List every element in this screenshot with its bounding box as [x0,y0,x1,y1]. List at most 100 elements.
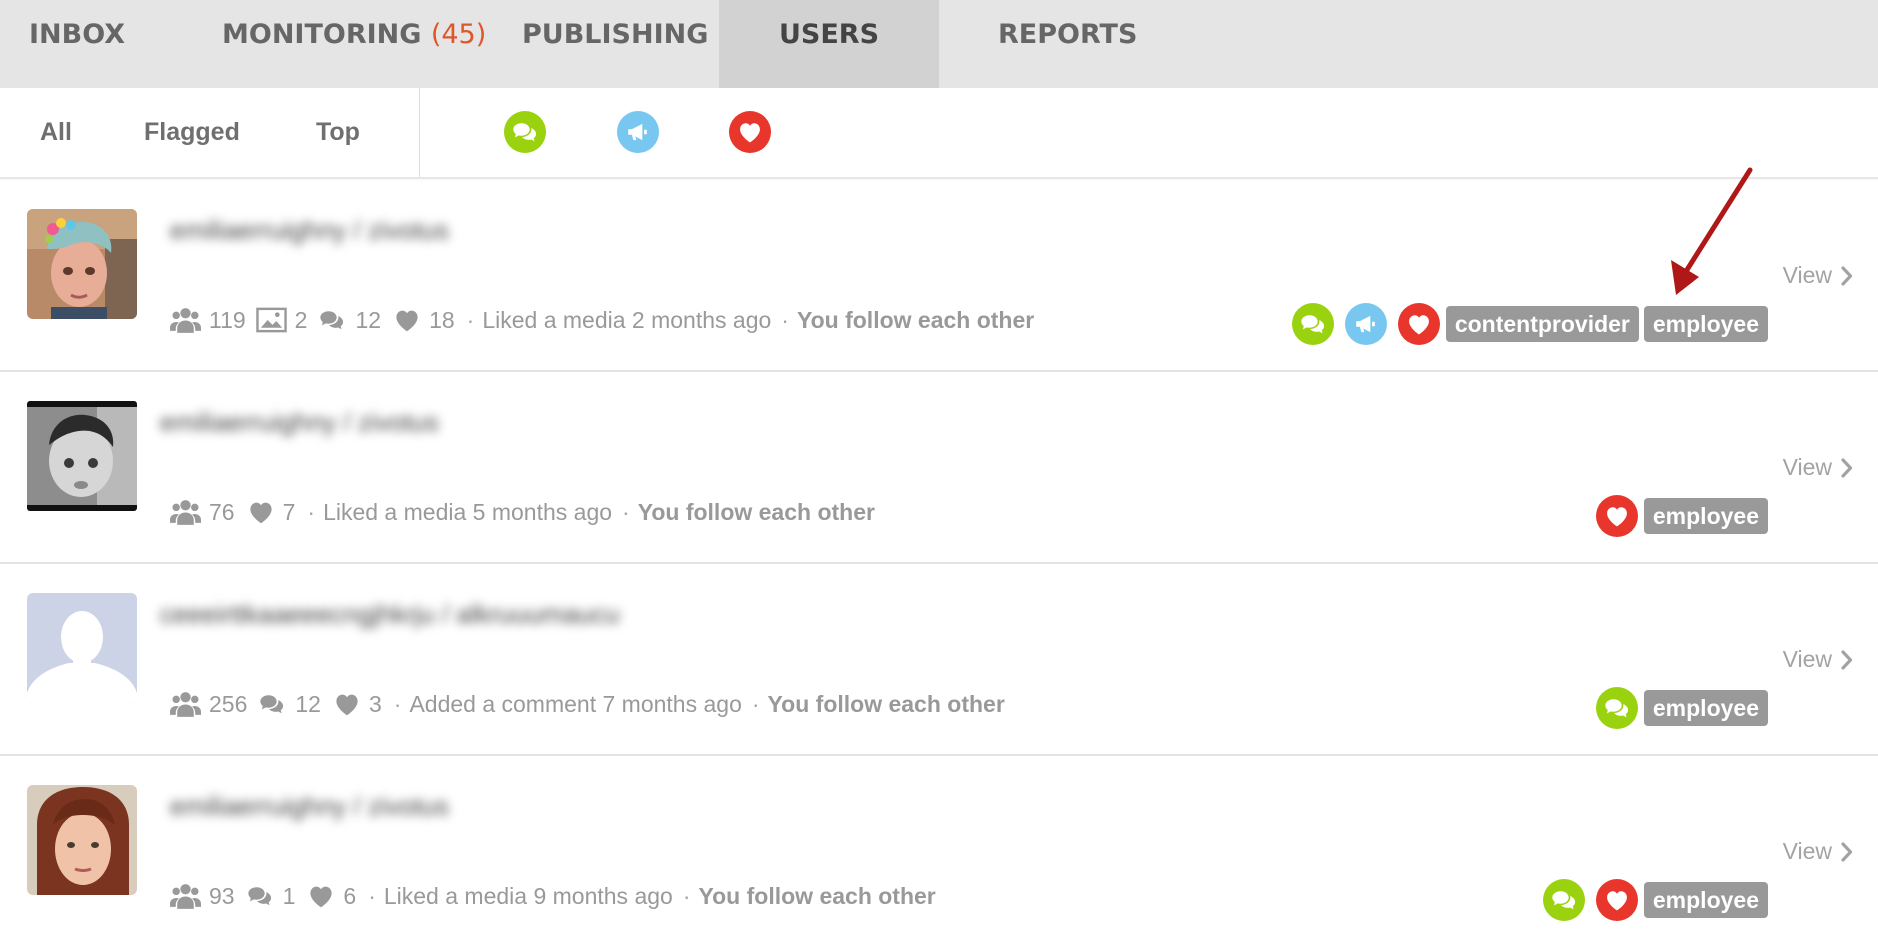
likes-count: 6 [343,882,357,909]
avatar[interactable] [27,785,137,895]
megaphone-icon [625,119,651,145]
comment-badge[interactable] [1595,687,1638,729]
tag-employee[interactable]: employee [1643,498,1768,534]
separator-dot: · [682,882,691,909]
heart-icon [1405,310,1433,338]
user-stats: 119 2 12 18 · Liked a media 2 months ago… [170,301,1034,339]
separator-dot: · [466,306,475,333]
comment-badge[interactable] [1542,879,1585,921]
avatar[interactable] [27,401,137,511]
followers-count: 76 [209,498,235,525]
comments-stat: 12 [317,306,381,334]
filter-mentions-button[interactable] [617,111,659,153]
tab-publishing[interactable]: PUBLISHING [522,0,708,88]
comments-count: 12 [355,306,382,333]
user-badges: employee [1585,686,1768,730]
media-stat: 2 [256,306,308,334]
tab-reports-label: REPORTS [998,19,1138,50]
tab-publishing-label: PUBLISHING [522,19,709,50]
user-row: ceeeirttkaaeeecngjhkrju / alkruuumaucu 2… [0,564,1878,756]
followers-stat: 119 [170,307,246,334]
user-row: emiliaerruighny / zivotus 76 7 · Liked a… [0,372,1878,564]
monitoring-count-badge: (45) [430,19,487,50]
separator-dot: · [393,690,402,717]
view-link[interactable]: View [1783,838,1853,865]
like-badge[interactable] [1595,879,1638,921]
comments-count: 12 [295,690,321,717]
comments-stat: 1 [245,882,295,910]
view-link[interactable]: View [1783,454,1853,481]
comments-stat: 12 [257,690,321,718]
likes-stat: 18 [391,305,455,335]
tab-inbox[interactable]: INBOX [29,0,125,88]
likes-stat: 7 [245,497,295,527]
like-badge[interactable] [1595,495,1638,537]
comment-icon [317,306,347,334]
heart-icon [1603,886,1631,914]
user-stats: 93 1 6 · Liked a media 9 months ago · Yo… [170,877,936,915]
followers-stat: 76 [170,499,235,526]
view-link-label: View [1782,262,1832,288]
view-link[interactable]: View [1783,262,1853,289]
media-count: 2 [294,306,308,333]
user-stats: 76 7 · Liked a media 5 months ago · You … [170,493,875,531]
chevron-right-icon [1840,650,1853,670]
comment-badge[interactable] [1291,303,1334,345]
user-badges: employee [1585,494,1768,538]
filter-bar: All Flagged Top [0,88,1878,179]
separator-dot: · [307,498,316,525]
followers-stat: 93 [170,883,235,910]
comment-icon [245,882,275,910]
likes-stat: 3 [331,689,382,719]
separator-dot: · [622,498,630,525]
annotation-arrow [1671,167,1753,295]
heart-icon [736,118,764,146]
like-badge[interactable] [1397,303,1440,345]
tag-employee[interactable]: employee [1643,306,1768,342]
user-stats: 256 12 3 · Added a comment 7 months ago … [170,685,1005,723]
tag-employee[interactable]: employee [1643,882,1768,918]
username[interactable]: emiliaerruighny / zivotus [160,404,439,440]
tab-monitoring[interactable]: MONITORING (45) [222,0,486,88]
filter-all[interactable]: All [40,88,72,176]
separator-dot: · [368,882,376,909]
filter-top[interactable]: Top [316,88,360,176]
comment-icon [1550,886,1578,914]
username[interactable]: emiliaerruighny / zivotus [170,212,449,248]
tab-users[interactable]: USERS [719,0,939,88]
user-row: emiliaerruighny / zivotus 93 1 6 · Liked… [0,756,1878,939]
heart-icon [305,881,337,911]
username[interactable]: emiliaerruighny / zivotus [170,788,449,824]
tag-contentprovider[interactable]: contentprovider [1445,306,1639,342]
comment-icon [257,690,287,718]
last-activity: Added a comment 7 months ago [409,690,742,717]
avatar[interactable] [27,209,137,319]
follow-status: You follow each other [767,690,1005,717]
tag-employee[interactable]: employee [1643,690,1768,726]
tab-users-label: USERS [778,19,880,50]
filter-likes-button[interactable] [729,111,771,153]
view-link-label: View [1782,838,1832,864]
view-link[interactable]: View [1783,646,1853,673]
followers-count: 119 [209,306,246,333]
user-badges: employee [1532,878,1768,922]
last-activity: Liked a media 9 months ago [383,882,673,909]
username[interactable]: ceeeirttkaaeeecngjhkrju / alkruuumaucu [160,596,620,632]
likes-count: 18 [429,306,455,333]
users-icon [170,499,201,526]
avatar[interactable] [27,593,137,703]
separator-dot: · [781,306,789,333]
heart-icon [391,305,423,335]
tab-inbox-label: INBOX [29,19,126,50]
tab-reports[interactable]: REPORTS [998,0,1137,88]
comment-icon [1603,694,1631,722]
chevron-right-icon [1840,458,1853,478]
likes-stat: 6 [305,881,356,911]
megaphone-icon [1353,311,1379,337]
tab-monitoring-label: MONITORING [222,19,422,50]
filter-flagged[interactable]: Flagged [144,88,240,176]
filter-comments-button[interactable] [504,111,546,153]
heart-icon [331,689,363,719]
mention-badge[interactable] [1344,303,1387,345]
follow-status: You follow each other [796,306,1035,333]
